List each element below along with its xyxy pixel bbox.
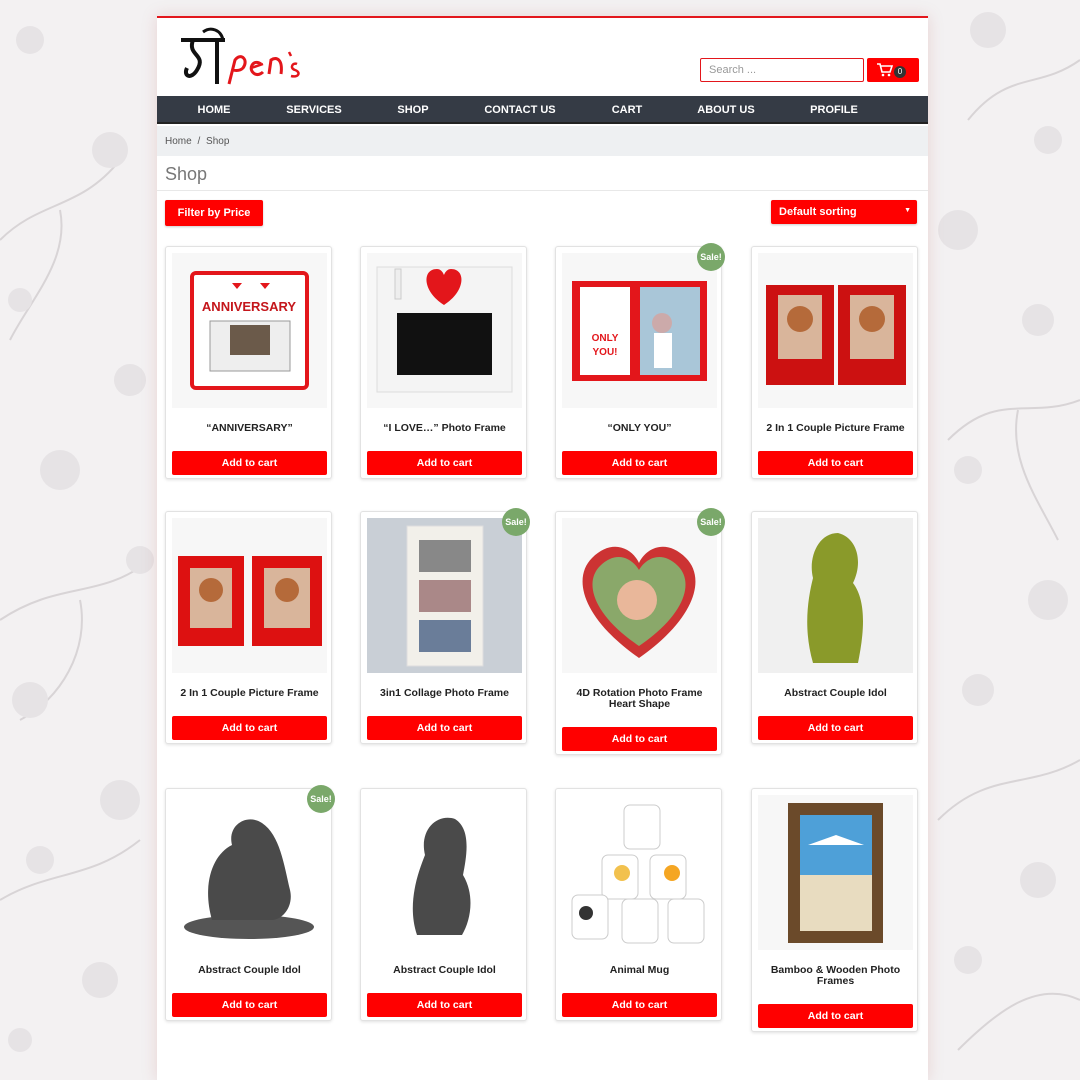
- svg-text:YOU!: YOU!: [593, 347, 618, 358]
- product-card[interactable]: 2 In 1 Couple Picture Frame Add to cart: [751, 246, 918, 479]
- add-to-cart-button[interactable]: Add to cart: [172, 451, 327, 475]
- sale-badge: Sale!: [697, 243, 725, 271]
- add-to-cart-button[interactable]: Add to cart: [562, 727, 717, 751]
- product-image[interactable]: [562, 795, 717, 950]
- product-card[interactable]: ONLY YOU! “ONLY YOU” Add to cart Sale!: [555, 243, 725, 479]
- sorting-selected-value: Default sorting: [779, 206, 857, 218]
- product-card[interactable]: “I LOVE…” Photo Frame Add to cart: [360, 246, 527, 479]
- product-image[interactable]: [172, 795, 327, 950]
- sale-badge: Sale!: [307, 785, 335, 813]
- nav-profile[interactable]: PROFILE: [810, 104, 858, 116]
- product-name[interactable]: “ANNIVERSARY”: [172, 423, 327, 434]
- filter-by-price-button[interactable]: Filter by Price: [165, 200, 263, 226]
- add-to-cart-button[interactable]: Add to cart: [758, 1004, 913, 1028]
- breadcrumb: Home / Shop: [157, 126, 928, 156]
- product-image[interactable]: ONLY YOU!: [562, 253, 717, 408]
- shopping-cart-icon: [877, 63, 894, 77]
- product-image[interactable]: [758, 795, 913, 950]
- page-container: 0 HOME SERVICES SHOP CONTACT US CART ABO…: [157, 16, 928, 1080]
- product-name[interactable]: 2 In 1 Couple Picture Frame: [172, 688, 327, 699]
- add-to-cart-button[interactable]: Add to cart: [172, 993, 327, 1017]
- nav-contact-us[interactable]: CONTACT US: [484, 104, 555, 116]
- add-to-cart-button[interactable]: Add to cart: [758, 716, 913, 740]
- breadcrumb-current: Shop: [206, 136, 230, 147]
- floral-background-right: [937, 12, 1080, 1051]
- product-card[interactable]: 2 In 1 Couple Picture Frame Add to cart: [165, 511, 332, 744]
- product-card[interactable]: Abstract Couple Idol Add to cart Sale!: [165, 785, 335, 1021]
- nav-shop[interactable]: SHOP: [397, 104, 428, 116]
- breadcrumb-home[interactable]: Home: [165, 136, 192, 147]
- sale-badge: Sale!: [697, 508, 725, 536]
- product-name[interactable]: 2 In 1 Couple Picture Frame: [758, 423, 913, 434]
- product-image[interactable]: [758, 518, 913, 673]
- cart-count-badge: 0: [894, 66, 906, 78]
- product-card[interactable]: Abstract Couple Idol Add to cart: [751, 511, 918, 744]
- breadcrumb-separator: /: [197, 136, 201, 147]
- product-card[interactable]: Abstract Couple Idol Add to cart: [360, 788, 527, 1021]
- search-input[interactable]: [700, 58, 864, 82]
- product-image[interactable]: [367, 795, 522, 950]
- add-to-cart-button[interactable]: Add to cart: [562, 451, 717, 475]
- nav-services[interactable]: SERVICES: [286, 104, 341, 116]
- chevron-down-icon: ▼: [904, 207, 911, 214]
- nav-about-us[interactable]: ABOUT US: [697, 104, 754, 116]
- nav-cart[interactable]: CART: [612, 104, 643, 116]
- product-card[interactable]: ANNIVERSARY “ANNIVERSARY” Add to cart: [165, 246, 332, 479]
- svg-text:ANNIVERSARY: ANNIVERSARY: [202, 299, 296, 314]
- product-image[interactable]: ANNIVERSARY: [172, 253, 327, 408]
- product-name[interactable]: Abstract Couple Idol: [172, 965, 327, 976]
- product-image[interactable]: [367, 518, 522, 673]
- site-logo[interactable]: [177, 26, 317, 90]
- product-image[interactable]: [562, 518, 717, 673]
- product-name[interactable]: “I LOVE…” Photo Frame: [367, 423, 522, 434]
- product-image[interactable]: [367, 253, 522, 408]
- add-to-cart-button[interactable]: Add to cart: [367, 993, 522, 1017]
- add-to-cart-button[interactable]: Add to cart: [367, 451, 522, 475]
- product-card[interactable]: Animal Mug Add to cart: [555, 788, 722, 1021]
- product-name[interactable]: Abstract Couple Idol: [758, 688, 913, 699]
- product-name[interactable]: Bamboo & Wooden Photo Frames: [758, 965, 913, 987]
- product-image[interactable]: [758, 253, 913, 408]
- divider: [157, 190, 928, 191]
- floral-background-left: [0, 26, 154, 1052]
- product-name[interactable]: 3in1 Collage Photo Frame: [367, 688, 522, 699]
- add-to-cart-button[interactable]: Add to cart: [367, 716, 522, 740]
- sorting-select[interactable]: Default sorting ▼: [771, 200, 917, 224]
- site-header: 0: [157, 18, 928, 96]
- product-name[interactable]: 4D Rotation Photo Frame Heart Shape: [562, 688, 717, 710]
- svg-text:ONLY: ONLY: [592, 333, 619, 344]
- header-cart-button[interactable]: 0: [867, 58, 919, 82]
- sale-badge: Sale!: [502, 508, 530, 536]
- add-to-cart-button[interactable]: Add to cart: [172, 716, 327, 740]
- product-name[interactable]: Animal Mug: [562, 965, 717, 976]
- product-card[interactable]: 3in1 Collage Photo Frame Add to cart Sale!: [360, 508, 530, 744]
- add-to-cart-button[interactable]: Add to cart: [758, 451, 913, 475]
- product-image[interactable]: [172, 518, 327, 673]
- product-name[interactable]: Abstract Couple Idol: [367, 965, 522, 976]
- add-to-cart-button[interactable]: Add to cart: [562, 993, 717, 1017]
- main-navigation: HOME SERVICES SHOP CONTACT US CART ABOUT…: [157, 96, 928, 124]
- product-card[interactable]: Bamboo & Wooden Photo Frames Add to cart: [751, 788, 918, 1032]
- page-title: Shop: [165, 164, 208, 184]
- product-card[interactable]: 4D Rotation Photo Frame Heart Shape Add t…: [555, 508, 725, 755]
- product-name[interactable]: “ONLY YOU”: [562, 423, 717, 434]
- nav-home[interactable]: HOME: [198, 104, 231, 116]
